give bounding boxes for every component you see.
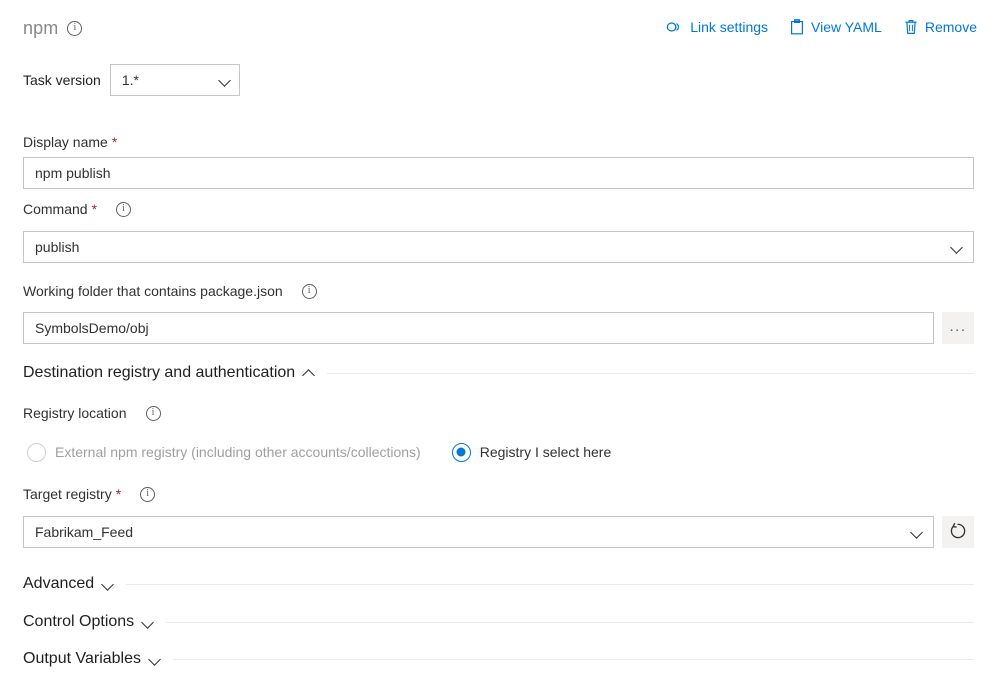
chevron-down-icon [149, 653, 161, 665]
info-icon[interactable] [146, 406, 161, 421]
registry-location-label-text: Registry location [23, 403, 127, 423]
task-editor-header: npm Link settings View YAML [0, 0, 995, 56]
task-version-row: Task version 1.* [23, 64, 240, 96]
task-version-value: 1.* [122, 72, 219, 88]
page-title: npm [23, 17, 58, 39]
working-folder-value: SymbolsDemo/obj [35, 320, 149, 336]
working-folder-label-text: Working folder that contains package.jso… [23, 281, 283, 301]
task-version-label: Task version [23, 64, 101, 96]
radio-registry-i-select-here[interactable]: Registry I select here [452, 442, 612, 462]
section-header-control-options[interactable]: Control Options [23, 611, 974, 633]
display-name-value: npm publish [35, 165, 111, 181]
working-folder-input[interactable]: SymbolsDemo/obj [23, 312, 934, 344]
chevron-down-icon [951, 241, 963, 253]
radio-mark [27, 443, 46, 462]
section-title: Output Variables [23, 648, 141, 670]
view-yaml-label: View YAML [811, 17, 882, 37]
view-yaml-button[interactable]: View YAML [790, 17, 882, 37]
header-actions: Link settings View YAML R [666, 17, 977, 37]
chevron-down-icon [142, 616, 154, 628]
target-registry-select[interactable]: Fabrikam_Feed [23, 516, 934, 548]
refresh-icon [949, 522, 967, 543]
target-registry-refresh-button[interactable] [942, 516, 974, 548]
chevron-down-icon [219, 74, 231, 86]
ellipsis-icon: ... [949, 322, 966, 332]
section-divider [173, 659, 974, 660]
section-divider [327, 373, 974, 374]
clipboard-icon [790, 19, 804, 35]
remove-button[interactable]: Remove [904, 17, 977, 37]
section-header-output-variables[interactable]: Output Variables [23, 648, 974, 670]
section-title: Destination registry and authentication [23, 362, 295, 384]
display-name-input[interactable]: npm publish [23, 157, 974, 189]
task-version-select[interactable]: 1.* [110, 64, 240, 96]
command-value: publish [35, 239, 951, 255]
target-registry-label-text: Target registry [23, 484, 112, 504]
radio-label: Registry I select here [480, 442, 612, 462]
radio-label: External npm registry (including other a… [55, 442, 421, 462]
display-name-label: Display name * [23, 132, 117, 152]
display-name-label-text: Display name [23, 132, 108, 152]
section-title: Advanced [23, 573, 94, 595]
info-icon[interactable] [116, 202, 131, 217]
target-registry-label: Target registry * [23, 484, 155, 504]
link-settings-label: Link settings [690, 17, 768, 37]
section-header-advanced[interactable]: Advanced [23, 573, 974, 595]
chevron-down-icon [102, 578, 114, 590]
section-divider [126, 584, 974, 585]
info-icon[interactable] [140, 487, 155, 502]
command-select[interactable]: publish [23, 231, 974, 263]
task-title-group: npm [23, 17, 82, 39]
required-asterisk: * [116, 484, 121, 504]
section-title: Control Options [23, 611, 134, 633]
info-icon[interactable] [302, 284, 317, 299]
link-icon [666, 20, 683, 34]
command-label: Command * [23, 199, 131, 219]
registry-location-label: Registry location [23, 403, 161, 423]
chevron-down-icon [911, 526, 923, 538]
required-asterisk: * [92, 199, 97, 219]
radio-mark [452, 443, 471, 462]
working-folder-label: Working folder that contains package.jso… [23, 281, 317, 301]
chevron-up-icon [303, 367, 315, 379]
target-registry-value: Fabrikam_Feed [35, 524, 911, 540]
required-asterisk: * [112, 132, 117, 152]
section-divider [166, 622, 974, 623]
command-label-text: Command [23, 199, 88, 219]
remove-label: Remove [925, 17, 977, 37]
section-header-destination-registry[interactable]: Destination registry and authentication [23, 362, 974, 384]
radio-external-npm-registry[interactable]: External npm registry (including other a… [27, 442, 421, 462]
registry-location-radio-group: External npm registry (including other a… [27, 442, 611, 462]
working-folder-browse-button[interactable]: ... [942, 312, 974, 344]
link-settings-button[interactable]: Link settings [666, 17, 768, 37]
trash-icon [904, 19, 918, 35]
info-icon[interactable] [67, 21, 82, 36]
